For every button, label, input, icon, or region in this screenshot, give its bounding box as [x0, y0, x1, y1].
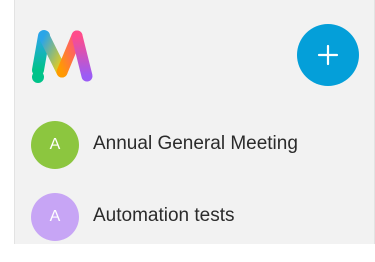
plus-icon: [317, 44, 339, 66]
space-list-item[interactable]: A Automation tests: [15, 190, 374, 241]
space-avatar: A: [31, 121, 79, 169]
add-space-button[interactable]: [297, 24, 359, 86]
space-avatar: A: [31, 193, 79, 241]
webex-teams-logo-icon: [31, 28, 95, 84]
space-name: Annual General Meeting: [93, 133, 298, 154]
space-name: Automation tests: [93, 205, 235, 226]
space-list-item[interactable]: A Annual General Meeting: [15, 118, 374, 169]
spaces-panel: A Annual General Meeting A Automation te…: [14, 0, 375, 244]
space-list: A Annual General Meeting A Automation te…: [15, 118, 374, 262]
app-frame: A Annual General Meeting A Automation te…: [0, 0, 375, 244]
